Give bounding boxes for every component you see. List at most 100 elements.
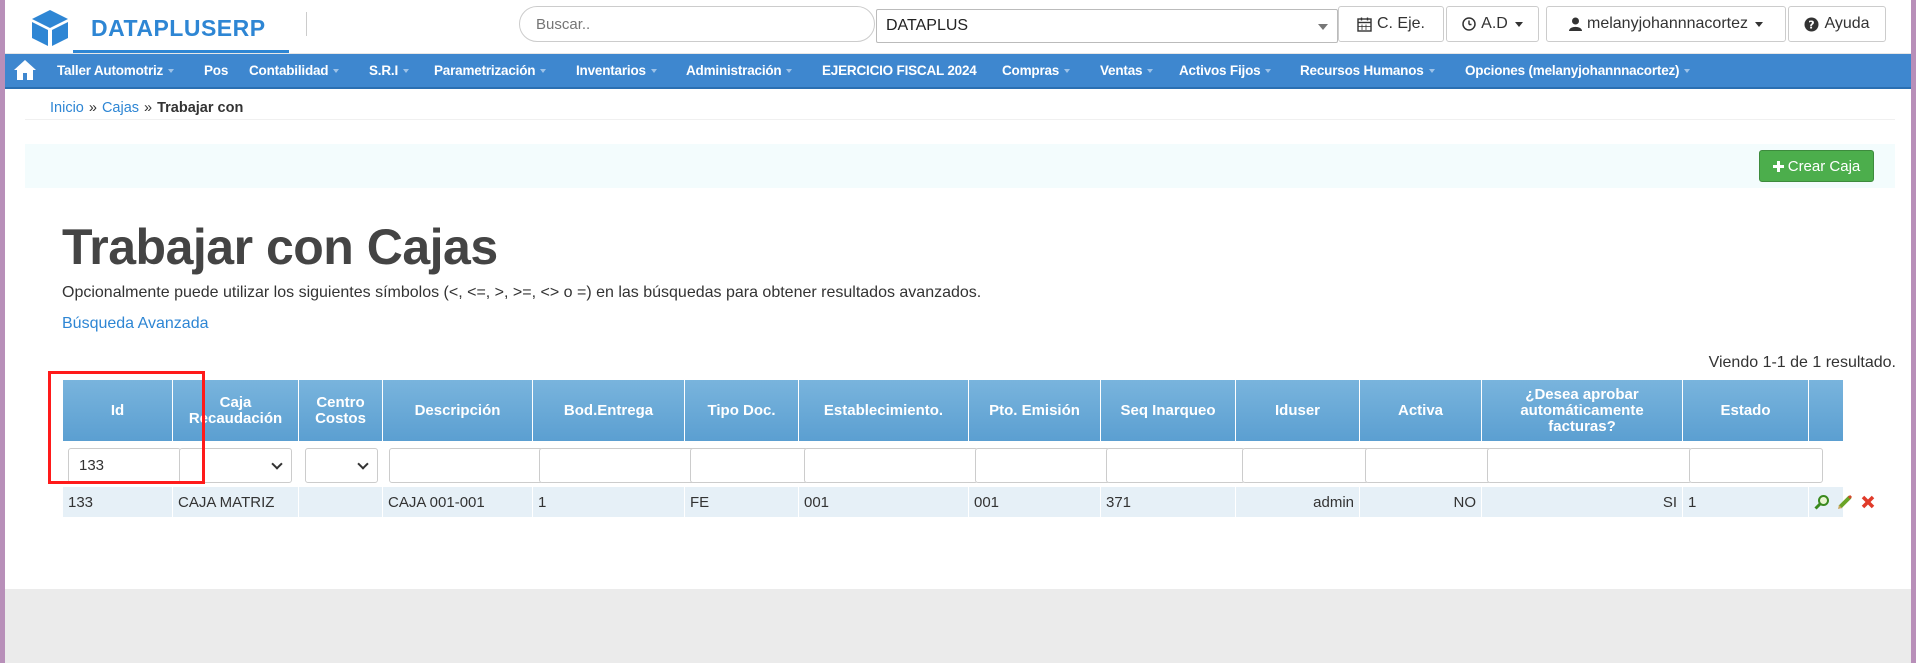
header-pto-emision[interactable]: Pto. Emisión	[969, 380, 1101, 441]
cell-seq-inarqueo: 371	[1101, 487, 1236, 517]
header-actions	[1809, 380, 1843, 441]
filter-bod-entrega-input[interactable]	[539, 448, 695, 483]
brand[interactable]: DATAPLUSERP	[29, 6, 266, 50]
filter-iduser-input[interactable]	[1242, 448, 1369, 483]
row-actions	[1814, 494, 1876, 510]
nav-ventas[interactable]: Ventas	[1100, 63, 1154, 78]
cell-establecimiento: 001	[799, 487, 969, 517]
filter-estado-input[interactable]	[1689, 448, 1823, 483]
search-hint: Opcionalmente puede utilizar los siguien…	[62, 284, 982, 301]
brand-name: DATAPLUSERP	[91, 14, 266, 41]
nav-label: Taller Automotriz	[57, 63, 164, 78]
main-nav: Taller Automotriz Pos Contabilidad S.R.I…	[5, 54, 1911, 89]
company-select-value: DATAPLUS	[886, 17, 969, 34]
cell-descripcion: CAJA 001-001	[383, 487, 533, 517]
nav-taller-automotriz[interactable]: Taller Automotriz	[57, 63, 175, 78]
nav-opciones[interactable]: Opciones (melanyjohannnacortez)	[1465, 63, 1691, 78]
filter-aprobar-facturas-input[interactable]	[1487, 448, 1692, 483]
filter-establecimiento-input[interactable]	[804, 448, 978, 483]
filter-descripcion-input[interactable]	[389, 448, 543, 483]
filter-pto-emision-input[interactable]	[975, 448, 1110, 483]
header-centro-costos[interactable]: Centro Costos	[299, 380, 383, 441]
header-seq-inarqueo[interactable]: Seq Inarqueo	[1101, 380, 1236, 441]
cube-logo-icon	[32, 10, 68, 46]
create-caja-label: Crear Caja	[1787, 157, 1861, 175]
header-activa[interactable]: Activa	[1360, 380, 1482, 441]
nav-label: S.R.I	[369, 63, 399, 78]
breadcrumb-home-link[interactable]: Inicio	[50, 100, 84, 116]
help-label: Ayuda	[1824, 15, 1870, 32]
nav-activos-fijos[interactable]: Activos Fijos	[1179, 63, 1272, 78]
caret-down-icon	[650, 69, 657, 74]
nav-inventarios[interactable]: Inventarios	[576, 63, 657, 78]
breadcrumb-separator: »	[144, 100, 153, 116]
view-magnifier-icon[interactable]	[1814, 494, 1830, 510]
filter-centro-costos-select[interactable]	[305, 448, 378, 483]
caret-down-icon	[1265, 69, 1272, 74]
footer-area	[5, 589, 1911, 663]
cell-bod-entrega: 1	[533, 487, 685, 517]
header-establecimiento[interactable]: Establecimiento.	[799, 380, 969, 441]
caret-down-icon	[786, 69, 793, 74]
nav-pos[interactable]: Pos	[204, 63, 228, 78]
ad-label: A.D	[1481, 15, 1508, 32]
breadcrumb: Inicio» Cajas» Trabajar con	[50, 100, 243, 116]
nav-ejercicio-fiscal[interactable]: EJERCICIO FISCAL 2024	[822, 63, 977, 78]
caret-down-icon	[333, 69, 340, 74]
nav-label: EJERCICIO FISCAL 2024	[822, 63, 977, 78]
nav-sri[interactable]: S.R.I	[369, 63, 410, 78]
user-menu-button[interactable]: melanyjohannnacortez	[1546, 6, 1786, 42]
header-estado[interactable]: Estado	[1683, 380, 1809, 441]
cell-estado: 1	[1683, 487, 1809, 517]
nav-parametrizacion[interactable]: Parametrización	[434, 63, 547, 78]
advanced-search-link[interactable]: Búsqueda Avanzada	[62, 315, 209, 333]
filter-tipo-doc-input[interactable]	[690, 448, 808, 483]
edit-pencil-icon[interactable]	[1837, 494, 1853, 510]
company-select[interactable]: DATAPLUS	[876, 9, 1338, 43]
header-aprobar-facturas[interactable]: ¿Desea aprobar automáticamente facturas?	[1482, 380, 1683, 441]
nav-label: Parametrización	[434, 63, 536, 78]
header-descripcion[interactable]: Descripción	[383, 380, 533, 441]
create-caja-button[interactable]: Crear Caja	[1759, 150, 1874, 182]
chevron-down-icon	[271, 458, 283, 470]
fiscal-year-label: C. Eje.	[1376, 15, 1425, 32]
search-input[interactable]	[519, 6, 875, 42]
nav-contabilidad[interactable]: Contabilidad	[249, 63, 340, 78]
delete-x-icon[interactable]	[1860, 494, 1876, 510]
chevron-down-icon	[357, 458, 369, 470]
header-bod-entrega[interactable]: Bod.Entrega	[533, 380, 685, 441]
window-frame-left	[0, 0, 5, 663]
filter-seq-inarqueo-input[interactable]	[1106, 448, 1245, 483]
calendar-icon	[1357, 17, 1372, 32]
svg-text:?: ?	[1809, 18, 1815, 31]
table-row[interactable]: 133 CAJA MATRIZ CAJA 001-001 1 FE 001 00…	[63, 487, 1875, 517]
cell-pto-emision: 001	[969, 487, 1101, 517]
breadcrumb-cajas-link[interactable]: Cajas	[102, 100, 139, 116]
cell-iduser: admin	[1236, 487, 1360, 517]
header-tipo-doc[interactable]: Tipo Doc.	[685, 380, 799, 441]
nav-administracion[interactable]: Administración	[686, 63, 793, 78]
grid-header: Id Caja Recaudación Centro Costos Descri…	[63, 380, 1843, 441]
filter-activa-input[interactable]	[1365, 448, 1491, 483]
nav-label: Contabilidad	[249, 63, 329, 78]
nav-label: Opciones (melanyjohannnacortez)	[1465, 63, 1680, 78]
results-summary: Viendo 1-1 de 1 resultado.	[1708, 354, 1896, 371]
cell-centro-costos	[299, 487, 383, 517]
nav-label: Pos	[204, 63, 229, 78]
brand-underline	[73, 50, 289, 53]
cell-tipo-doc: FE	[685, 487, 799, 517]
filter-row: 133	[63, 441, 1843, 487]
help-button[interactable]: ? Ayuda	[1788, 6, 1886, 42]
fiscal-year-button[interactable]: C. Eje.	[1338, 6, 1444, 42]
caret-down-icon	[1147, 69, 1154, 74]
top-bar: DATAPLUSERP DATAPLUS C. Eje. A.D	[5, 0, 1911, 54]
plus-icon	[1772, 160, 1784, 172]
nav-label: Activos Fijos	[1179, 63, 1261, 78]
cell-id: 133	[63, 487, 173, 517]
header-iduser[interactable]: Iduser	[1236, 380, 1360, 441]
home-icon[interactable]	[13, 59, 37, 81]
ad-dropdown-button[interactable]: A.D	[1446, 6, 1539, 42]
nav-compras[interactable]: Compras	[1002, 63, 1071, 78]
caret-down-icon	[1064, 69, 1071, 74]
nav-recursos-humanos[interactable]: Recursos Humanos	[1300, 63, 1435, 78]
